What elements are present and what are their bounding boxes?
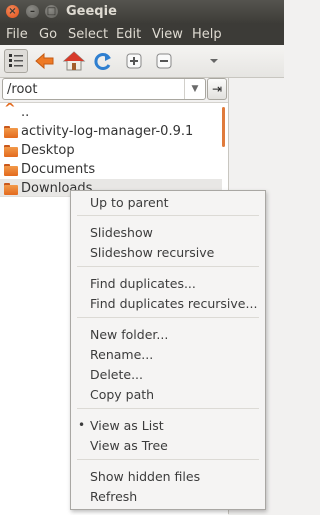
folder-icon (4, 164, 18, 176)
list-item[interactable]: Desktop (0, 141, 222, 161)
zoom-out-icon[interactable] (152, 49, 176, 73)
menu-bar: File Go Select Edit View Help (0, 24, 284, 45)
menu-select[interactable]: Select (68, 27, 108, 42)
menu-item-slideshow[interactable]: Slideshow (90, 225, 153, 240)
menu-item-copy-path[interactable]: Copy path (90, 387, 154, 402)
menu-separator (77, 266, 259, 267)
list-item-name: Documents (21, 162, 96, 177)
menu-go[interactable]: Go (39, 27, 57, 42)
back-arrow-icon[interactable] (33, 49, 57, 73)
refresh-icon[interactable] (91, 49, 115, 73)
maximize-window-button[interactable]: □ (45, 5, 58, 18)
menu-view[interactable]: View (152, 27, 183, 42)
menu-item-view-as-tree[interactable]: View as Tree (90, 438, 168, 453)
list-item[interactable]: ^ .. (0, 103, 222, 123)
menu-item-rename[interactable]: Rename... (90, 347, 153, 362)
menu-separator (77, 408, 259, 409)
menu-item-show-hidden-files[interactable]: Show hidden files (90, 469, 200, 484)
overflow-chevron-icon[interactable] (202, 49, 226, 73)
folder-icon (4, 183, 18, 195)
list-item-name: .. (21, 105, 30, 120)
menu-help[interactable]: Help (192, 27, 222, 42)
menu-item-refresh[interactable]: Refresh (90, 489, 137, 504)
jump-arrow-icon: ⇥ (211, 82, 223, 96)
list-view-icon[interactable] (4, 49, 28, 73)
context-menu: Up to parent Slideshow Slideshow recursi… (70, 190, 266, 510)
minimize-window-button[interactable]: – (26, 5, 39, 18)
home-icon[interactable] (62, 49, 86, 73)
menu-separator (77, 215, 259, 216)
path-input[interactable]: /root ▼ (2, 78, 206, 100)
menu-item-view-as-list[interactable]: View as List (90, 418, 164, 433)
title-bar: × – □ Geeqie (0, 0, 284, 24)
close-window-button[interactable]: × (6, 5, 19, 18)
toolbar (0, 45, 284, 78)
list-item-name: activity-log-manager-0.9.1 (21, 124, 194, 139)
scrollbar-thumb[interactable] (222, 107, 225, 147)
menu-item-slideshow-recursive[interactable]: Slideshow recursive (90, 245, 214, 260)
list-item[interactable]: activity-log-manager-0.9.1 (0, 122, 222, 142)
menu-item-delete[interactable]: Delete... (90, 367, 143, 382)
radio-bullet-icon: • (78, 418, 86, 432)
menu-file[interactable]: File (6, 27, 28, 42)
menu-separator (77, 459, 259, 460)
folder-list: ^ .. activity-log-manager-0.9.1 Desktop … (0, 102, 228, 197)
list-item-name: Desktop (21, 143, 75, 158)
path-value: /root (7, 82, 38, 97)
window-title: Geeqie (66, 4, 117, 19)
go-to-path-button[interactable]: ⇥ (207, 78, 227, 100)
folder-icon (4, 126, 18, 138)
menu-item-find-duplicates[interactable]: Find duplicates... (90, 276, 196, 291)
path-dropdown-icon[interactable]: ▼ (184, 79, 205, 99)
menu-edit[interactable]: Edit (116, 27, 141, 42)
menu-item-up-to-parent[interactable]: Up to parent (90, 195, 169, 210)
menu-item-find-duplicates-recursive[interactable]: Find duplicates recursive... (90, 296, 257, 311)
list-item[interactable]: Documents (0, 160, 222, 180)
menu-item-new-folder[interactable]: New folder... (90, 327, 168, 342)
parent-folder-icon: ^ (4, 102, 16, 117)
path-row: /root ▼ ⇥ (0, 78, 228, 102)
folder-icon (4, 145, 18, 157)
menu-separator (77, 317, 259, 318)
zoom-in-icon[interactable] (122, 49, 146, 73)
